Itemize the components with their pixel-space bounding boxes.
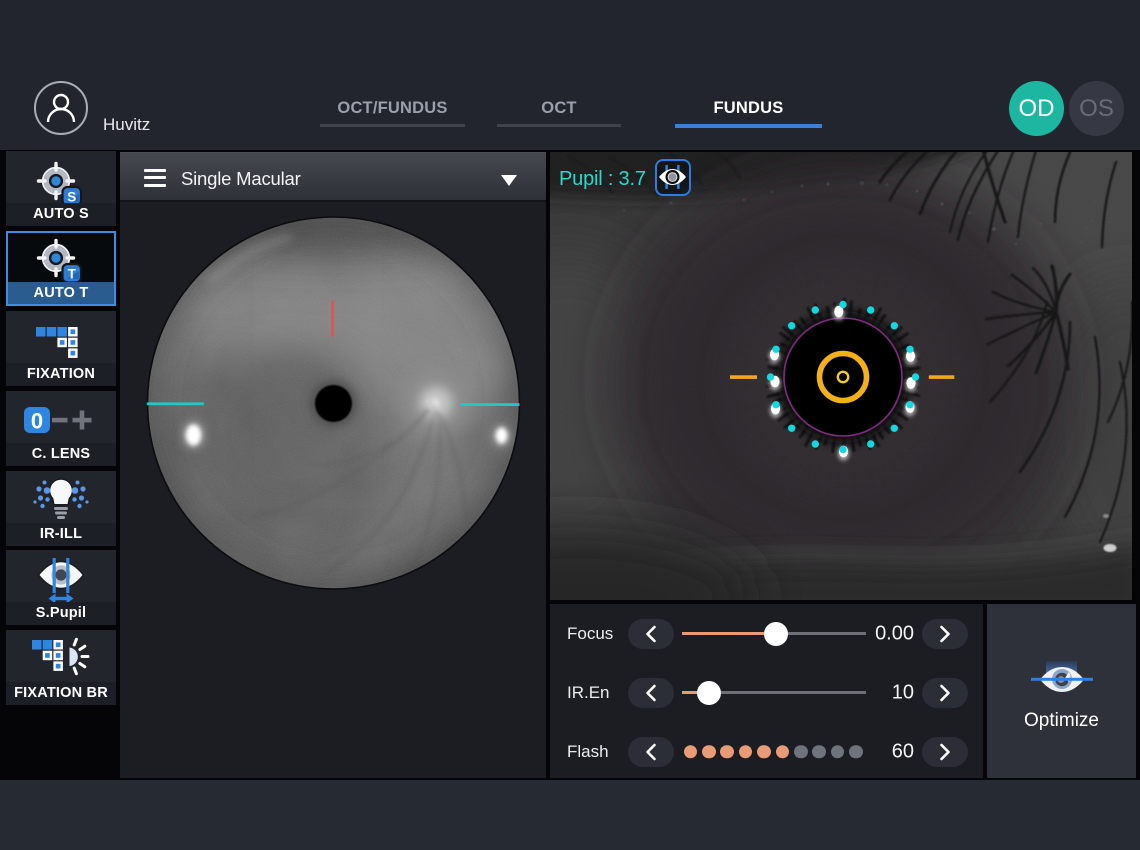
svg-text:0: 0 xyxy=(31,408,43,433)
svg-text:T: T xyxy=(68,267,77,282)
